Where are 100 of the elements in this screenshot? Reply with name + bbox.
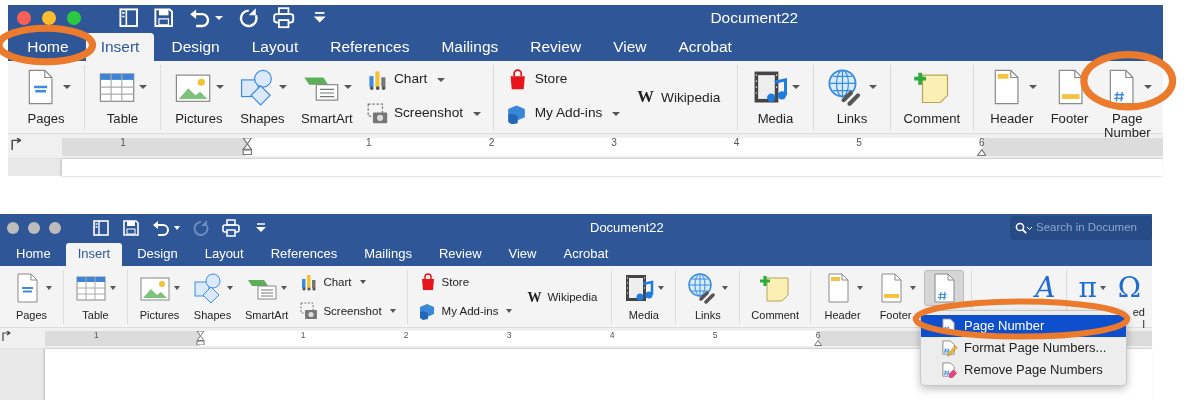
ribbon-button[interactable]: Footer bbox=[871, 270, 921, 324]
caret-icon[interactable] bbox=[722, 286, 729, 291]
save-icon[interactable] bbox=[153, 7, 175, 29]
caret-icon[interactable] bbox=[857, 286, 864, 291]
indent-marker-icon[interactable] bbox=[976, 148, 987, 156]
ribbon-tab[interactable]: References bbox=[316, 33, 424, 61]
close-button[interactable] bbox=[7, 222, 19, 234]
ribbon-button[interactable]: Table bbox=[93, 65, 152, 129]
ribbon-tab[interactable]: Acrobat bbox=[664, 33, 747, 61]
sidebar-icon[interactable] bbox=[117, 7, 140, 29]
caret-icon[interactable] bbox=[1144, 84, 1153, 89]
caret-icon[interactable] bbox=[506, 309, 513, 314]
ribbon-button[interactable]: Pictures bbox=[169, 65, 229, 129]
ribbon-button[interactable]: Store bbox=[502, 67, 572, 92]
print-icon[interactable] bbox=[222, 219, 240, 237]
caret-icon[interactable] bbox=[215, 84, 224, 89]
ribbon-button[interactable]: Shapes bbox=[188, 270, 237, 324]
tab-stop-icon[interactable] bbox=[2, 331, 11, 342]
ribbon-tab[interactable]: Review bbox=[516, 33, 596, 61]
ruler-number: 1 bbox=[94, 331, 99, 343]
undo-icon[interactable] bbox=[152, 219, 170, 237]
ribbon-button[interactable]: Header bbox=[982, 65, 1042, 129]
ribbon-button[interactable]: Links bbox=[822, 65, 882, 129]
ribbon-tab[interactable]: Mailings bbox=[352, 243, 424, 267]
ribbon-button[interactable]: W Wikipedia bbox=[520, 286, 605, 310]
ribbon-tab[interactable]: Design bbox=[157, 33, 234, 61]
caret-icon[interactable] bbox=[792, 84, 801, 89]
zoom-button[interactable] bbox=[49, 222, 61, 234]
ribbon-button[interactable]: Media bbox=[619, 270, 669, 324]
ribbon-tab[interactable]: Home bbox=[4, 243, 63, 267]
caret-icon[interactable] bbox=[1028, 84, 1037, 89]
search-icon[interactable] bbox=[1015, 222, 1033, 236]
minimize-button[interactable] bbox=[28, 222, 40, 234]
ribbon-button[interactable]: Comment bbox=[898, 65, 965, 129]
caret-icon[interactable] bbox=[62, 84, 71, 89]
ribbon-tab[interactable]: View bbox=[598, 33, 661, 61]
ribbon-button[interactable]: Footer bbox=[1045, 65, 1094, 129]
caret-icon[interactable] bbox=[389, 309, 396, 314]
ribbon-tab[interactable]: Insert bbox=[86, 33, 154, 61]
ribbon-button[interactable]: Chart bbox=[362, 67, 450, 92]
ribbon-button[interactable]: My Add-ins bbox=[502, 101, 625, 126]
caret-icon[interactable] bbox=[227, 286, 233, 291]
caret-icon[interactable] bbox=[139, 84, 148, 89]
caret-icon[interactable] bbox=[359, 280, 366, 285]
ribbon-button[interactable]: W Wikipedia bbox=[629, 84, 729, 112]
menu-item[interactable]: Format Page Numbers... bbox=[921, 337, 1127, 360]
ribbon-tab[interactable]: Insert bbox=[65, 243, 123, 267]
ribbon-button[interactable]: Store bbox=[414, 272, 474, 293]
ribbon-button[interactable]: Screenshot bbox=[296, 301, 400, 322]
indent-marker-icon[interactable] bbox=[814, 340, 822, 347]
caret-icon[interactable] bbox=[658, 286, 665, 291]
ribbon-tab[interactable]: Layout bbox=[192, 243, 256, 267]
ribbon-button[interactable]: Screenshot bbox=[362, 101, 486, 126]
ribbon-tab[interactable]: Design bbox=[125, 243, 190, 267]
ribbon-button[interactable]: Chart bbox=[296, 272, 370, 293]
search-field[interactable]: Search in Documen bbox=[1010, 216, 1152, 240]
ribbon-tab[interactable]: Layout bbox=[237, 33, 313, 61]
caret-icon[interactable] bbox=[174, 286, 180, 291]
ribbon-button[interactable]: Links bbox=[683, 270, 733, 324]
caret-icon[interactable] bbox=[1099, 286, 1106, 291]
print-icon[interactable] bbox=[273, 7, 295, 29]
ribbon-tab[interactable]: Acrobat bbox=[551, 243, 621, 267]
indent-marker-icon[interactable] bbox=[196, 331, 205, 346]
caret-icon[interactable] bbox=[279, 84, 288, 89]
caret-icon[interactable] bbox=[281, 286, 288, 291]
menu-item[interactable]: Remove Page Numbers bbox=[921, 359, 1127, 382]
caret-icon[interactable] bbox=[46, 286, 52, 291]
ribbon-button[interactable]: SmartArt bbox=[241, 270, 293, 324]
save-icon[interactable] bbox=[122, 219, 140, 237]
ribbon-tab[interactable]: View bbox=[496, 243, 549, 267]
caret-icon[interactable] bbox=[436, 77, 445, 82]
caret-icon[interactable] bbox=[110, 286, 116, 291]
ribbon-button[interactable]: My Add-ins bbox=[414, 301, 517, 322]
ribbon-button[interactable]: Table bbox=[71, 270, 120, 324]
ribbon-button[interactable]: Media bbox=[746, 65, 805, 129]
tab-stop-icon[interactable] bbox=[10, 138, 22, 150]
sidebar-icon[interactable] bbox=[92, 219, 110, 237]
ribbon-button[interactable]: Shapes bbox=[233, 65, 292, 129]
caret-icon[interactable] bbox=[868, 84, 877, 89]
zoom-button[interactable] bbox=[66, 10, 81, 25]
minimize-button[interactable] bbox=[41, 10, 56, 25]
ribbon-button[interactable]: π bbox=[1074, 270, 1110, 307]
ribbon-button[interactable] bbox=[924, 270, 965, 307]
ribbon-tab[interactable]: References bbox=[258, 243, 350, 267]
undo-icon[interactable] bbox=[189, 7, 211, 29]
ribbon-tab[interactable]: Mailings bbox=[427, 33, 513, 61]
caret-icon[interactable] bbox=[910, 286, 917, 291]
ruler-number: 4 bbox=[733, 138, 740, 149]
ribbon-button[interactable]: Comment bbox=[747, 270, 804, 324]
ribbon-button[interactable]: Pages bbox=[7, 270, 56, 324]
indent-marker-icon[interactable] bbox=[241, 138, 253, 155]
caret-icon[interactable] bbox=[611, 111, 620, 116]
ribbon-button[interactable]: Pictures bbox=[135, 270, 184, 324]
caret-icon[interactable] bbox=[343, 84, 352, 89]
ribbon-button[interactable]: Pages bbox=[16, 65, 76, 129]
ribbon-button[interactable]: Header bbox=[818, 270, 868, 324]
ribbon-tab[interactable]: Review bbox=[426, 243, 494, 267]
ribbon-button[interactable]: SmartArt bbox=[296, 65, 358, 129]
caret-icon[interactable] bbox=[472, 111, 481, 116]
redo-icon[interactable] bbox=[237, 7, 259, 29]
